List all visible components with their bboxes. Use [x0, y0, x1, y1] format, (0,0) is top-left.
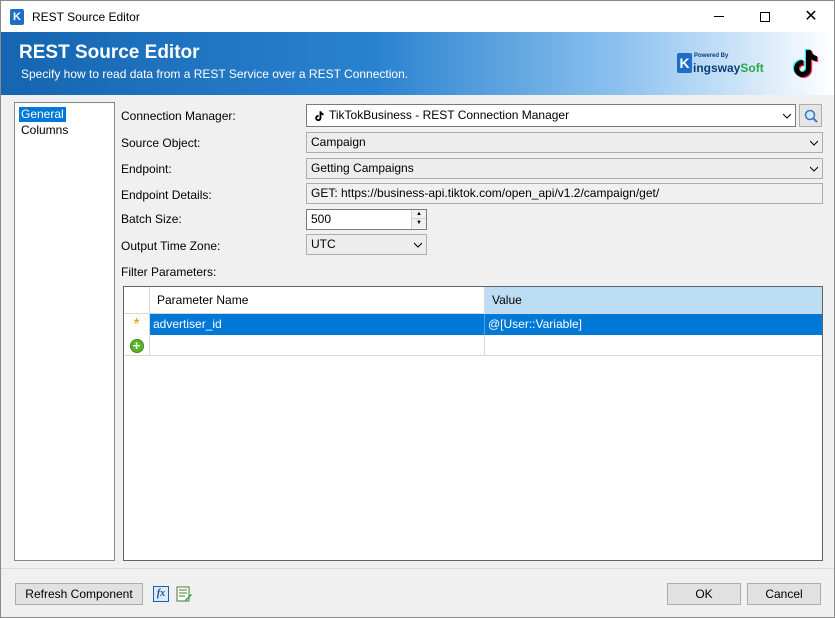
- chevron-down-icon: [810, 140, 818, 146]
- page-navigation-list: General Columns: [14, 102, 115, 561]
- output-time-zone-label: Output Time Zone:: [121, 239, 221, 253]
- row-marker-asterisk-icon: *: [124, 314, 150, 335]
- spin-up-icon[interactable]: ▲: [412, 210, 426, 219]
- title-bar: K REST Source Editor ✕: [1, 1, 834, 32]
- search-icon: [804, 109, 818, 123]
- banner-title: REST Source Editor: [19, 42, 200, 63]
- refresh-component-button[interactable]: Refresh Component: [15, 583, 143, 605]
- cell-parameter-value[interactable]: @[User::Variable]: [485, 314, 822, 335]
- connection-lookup-button[interactable]: [799, 104, 822, 127]
- source-object-label: Source Object:: [121, 136, 201, 150]
- add-row-icon[interactable]: +: [129, 338, 144, 353]
- spin-down-icon[interactable]: ▼: [412, 219, 426, 228]
- header-banner: REST Source Editor Specify how to read d…: [1, 32, 834, 95]
- column-header-parameter-name[interactable]: Parameter Name: [150, 287, 485, 314]
- edit-list-icon[interactable]: [176, 586, 192, 602]
- output-time-zone-value: UTC: [311, 237, 336, 251]
- endpoint-details-field[interactable]: GET: https://business-api.tiktok.com/ope…: [306, 183, 823, 204]
- brand-name-b: Soft: [740, 61, 764, 75]
- connection-manager-combo[interactable]: TikTokBusiness - REST Connection Manager: [306, 104, 796, 127]
- connection-manager-label: Connection Manager:: [121, 109, 236, 123]
- grid-corner-header: [124, 287, 150, 314]
- endpoint-combo[interactable]: Getting Campaigns: [306, 158, 823, 179]
- endpoint-details-label: Endpoint Details:: [121, 188, 212, 202]
- column-header-value[interactable]: Value: [485, 287, 822, 314]
- kingswaysoft-logo: K Powered By ingswaySoft: [677, 50, 767, 76]
- new-row-name-cell[interactable]: [150, 335, 485, 356]
- endpoint-value: Getting Campaigns: [311, 161, 414, 175]
- brand-name-a: ingsway: [693, 61, 741, 75]
- minimize-icon: [714, 16, 724, 17]
- banner-subtitle: Specify how to read data from a REST Ser…: [21, 67, 409, 81]
- window-title: REST Source Editor: [32, 10, 140, 24]
- cell-parameter-name[interactable]: advertiser_id: [150, 314, 485, 335]
- filter-parameters-grid[interactable]: Parameter Name Value * advertiser_id @[U…: [123, 286, 823, 561]
- kingswaysoft-name: ingswaySoft: [693, 61, 764, 75]
- powered-by-text: Powered By: [694, 53, 729, 59]
- nav-item-columns[interactable]: Columns: [19, 123, 70, 138]
- batch-size-value: 500: [311, 212, 332, 226]
- output-time-zone-combo[interactable]: UTC: [306, 234, 427, 255]
- source-object-value: Campaign: [311, 135, 366, 149]
- batch-size-spinner[interactable]: ▲ ▼: [411, 210, 426, 229]
- chevron-down-icon: [810, 166, 818, 172]
- close-button[interactable]: ✕: [788, 1, 834, 32]
- kingswaysoft-app-icon: K: [10, 9, 24, 25]
- endpoint-label: Endpoint:: [121, 162, 172, 176]
- new-row[interactable]: +: [124, 335, 822, 356]
- rest-source-editor-window: K REST Source Editor ✕ REST Source Edito…: [0, 0, 835, 618]
- table-row[interactable]: * advertiser_id @[User::Variable]: [124, 314, 822, 335]
- connection-manager-value: TikTokBusiness - REST Connection Manager: [329, 108, 570, 122]
- cancel-button[interactable]: Cancel: [747, 583, 821, 605]
- footer-divider: [1, 568, 834, 569]
- batch-size-label: Batch Size:: [121, 212, 182, 226]
- maximize-button[interactable]: [742, 1, 788, 32]
- nav-item-general[interactable]: General: [19, 107, 66, 122]
- kingswaysoft-k-icon: K: [677, 53, 692, 73]
- minimize-button[interactable]: [696, 1, 742, 32]
- expression-fx-icon[interactable]: fx: [153, 586, 169, 602]
- chevron-down-icon: [414, 242, 422, 248]
- add-row-cell[interactable]: +: [124, 335, 150, 356]
- chevron-down-icon: [783, 113, 791, 119]
- tiktok-logo-icon: [792, 49, 819, 78]
- ok-button[interactable]: OK: [667, 583, 741, 605]
- batch-size-input[interactable]: 500 ▲ ▼: [306, 209, 427, 230]
- source-object-combo[interactable]: Campaign: [306, 132, 823, 153]
- filter-parameters-label: Filter Parameters:: [121, 265, 217, 279]
- close-icon: ✕: [804, 7, 818, 25]
- tiktok-icon: [315, 111, 324, 122]
- maximize-icon: [760, 11, 770, 22]
